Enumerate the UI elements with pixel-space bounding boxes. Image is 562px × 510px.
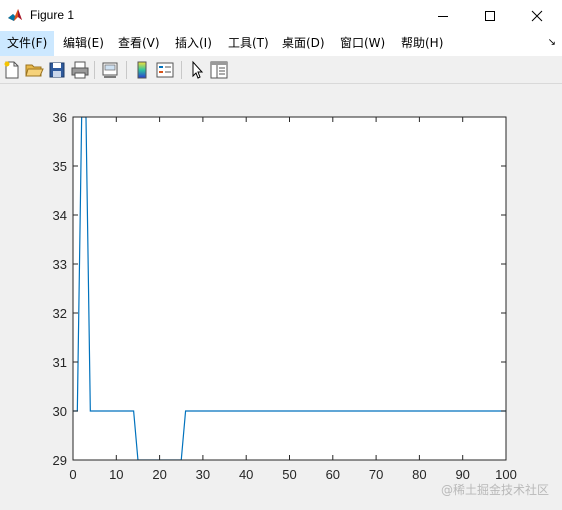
axes-background bbox=[73, 117, 506, 460]
x-tick-label: 60 bbox=[326, 467, 340, 482]
toolbar-separator bbox=[181, 61, 182, 79]
menu-desktop[interactable]: 桌面(D) bbox=[275, 31, 332, 56]
x-tick-label: 90 bbox=[455, 467, 469, 482]
y-tick-label: 29 bbox=[53, 453, 67, 468]
figure-window: Figure 1 文件(F) 编辑(E) 查看(V) 插入(I) 工具(T) 桌… bbox=[0, 0, 562, 510]
close-button[interactable] bbox=[514, 0, 560, 31]
figure-toolbar bbox=[0, 56, 562, 84]
menu-help[interactable]: 帮助(H) bbox=[394, 31, 450, 56]
minimize-icon bbox=[438, 15, 448, 17]
menu-view[interactable]: 查看(V) bbox=[111, 31, 167, 56]
minimize-button[interactable] bbox=[420, 0, 466, 31]
open-file-icon[interactable] bbox=[24, 60, 44, 80]
matlab-logo-icon bbox=[7, 7, 23, 23]
plot-axes[interactable]: 0 10 20 30 40 50 60 70 80 90 100 29 30 31 32 33 34 35 36 bbox=[0, 85, 562, 510]
toolbar-separator bbox=[126, 61, 127, 79]
new-figure-icon[interactable] bbox=[2, 60, 22, 80]
menu-insert[interactable]: 插入(I) bbox=[168, 31, 219, 56]
menu-tools[interactable]: 工具(T) bbox=[221, 31, 276, 56]
menu-dock-arrow-icon[interactable]: ↘ bbox=[548, 37, 556, 48]
x-tick-label: 40 bbox=[239, 467, 253, 482]
x-tick-label: 70 bbox=[369, 467, 383, 482]
x-tick-label: 20 bbox=[152, 467, 166, 482]
x-tick-label: 80 bbox=[412, 467, 426, 482]
x-tick-label: 0 bbox=[69, 467, 76, 482]
maximize-button[interactable] bbox=[467, 0, 513, 31]
menu-window[interactable]: 窗口(W) bbox=[333, 31, 392, 56]
y-tick-label: 33 bbox=[53, 257, 67, 272]
toolbar-separator bbox=[94, 61, 95, 79]
x-tick-label: 50 bbox=[282, 467, 296, 482]
x-tick-label: 30 bbox=[196, 467, 210, 482]
title-bar[interactable]: Figure 1 bbox=[0, 0, 562, 31]
y-tick-label: 36 bbox=[53, 110, 67, 125]
menu-bar: 文件(F) 编辑(E) 查看(V) 插入(I) 工具(T) 桌面(D) 窗口(W… bbox=[0, 31, 562, 56]
window-title: Figure 1 bbox=[30, 8, 75, 22]
y-tick-label: 32 bbox=[53, 306, 67, 321]
maximize-icon bbox=[485, 10, 495, 21]
y-tick-label: 31 bbox=[53, 355, 67, 370]
x-tick-label: 10 bbox=[109, 467, 123, 482]
link-plot-icon[interactable] bbox=[100, 60, 120, 80]
insert-legend-icon[interactable] bbox=[155, 60, 175, 80]
y-tick-label: 30 bbox=[53, 404, 67, 419]
insert-colorbar-icon[interactable] bbox=[132, 60, 152, 80]
menu-file[interactable]: 文件(F) bbox=[0, 31, 55, 56]
watermark-text: @稀土掘金技术社区 bbox=[441, 483, 550, 497]
print-icon[interactable] bbox=[70, 60, 90, 80]
x-tick-label: 100 bbox=[495, 467, 517, 482]
property-inspector-icon[interactable] bbox=[209, 60, 229, 80]
edit-plot-cursor-icon[interactable] bbox=[187, 60, 207, 80]
y-tick-label: 35 bbox=[53, 159, 67, 174]
save-icon[interactable] bbox=[47, 60, 67, 80]
y-tick-label: 34 bbox=[53, 208, 67, 223]
figure-canvas[interactable]: 0 10 20 30 40 50 60 70 80 90 100 29 30 31 32 33 34 35 36 bbox=[0, 85, 562, 510]
close-icon bbox=[531, 10, 543, 21]
menu-edit[interactable]: 编辑(E) bbox=[56, 31, 111, 56]
